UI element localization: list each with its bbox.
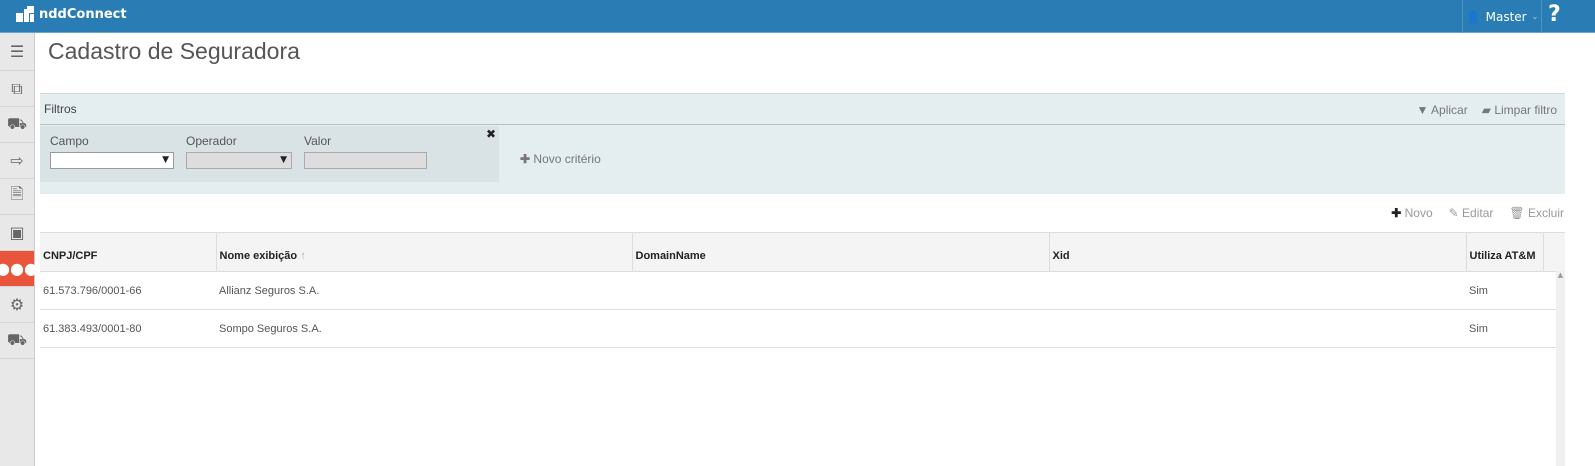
column-header-name[interactable]: Nome exibição ↑ — [215, 232, 633, 272]
table-row[interactable]: 61.573.796/0001-66 Allianz Seguros S.A. … — [40, 271, 1565, 310]
edit-button[interactable]: ✎ Editar — [1449, 206, 1494, 220]
column-header-cnpj[interactable]: CNPJ/CPF — [40, 232, 217, 272]
column-header-xid[interactable]: Xid — [1048, 232, 1467, 272]
truck-icon: ⛟ — [6, 114, 28, 133]
insurers-table: CNPJ/CPF Nome exibição ↑ DomainName Xid … — [40, 232, 1565, 348]
user-menu[interactable]: 👤 Master ⌄ — [1462, 0, 1542, 33]
filter-icon: ▼ — [1416, 103, 1429, 117]
value-label: Valor — [304, 134, 332, 148]
apply-label: Aplicar — [1431, 103, 1468, 117]
sidebar-item-transport[interactable]: ⛟ — [0, 107, 34, 143]
edit-label: Editar — [1462, 206, 1494, 220]
app-name: nddConnect — [39, 6, 127, 22]
cell-domain — [632, 309, 1049, 348]
trash-icon: 🗑 — [1509, 206, 1525, 220]
top-bar: nddConnect 👤 Master ⌄ ? — [0, 0, 1595, 33]
sort-asc-icon: ↑ — [300, 250, 306, 262]
cell-domain — [632, 271, 1049, 310]
scroll-up-icon[interactable]: ▲ — [1558, 271, 1563, 279]
plus-icon: ✚ — [520, 152, 531, 166]
delete-button[interactable]: 🗑 Excluir — [1509, 206, 1564, 220]
filters-panel: Filtros ▼ Aplicar ▰ Limpar filtro Campo … — [40, 93, 1565, 194]
logo-icon — [16, 6, 34, 22]
name-header-label: Nome exibição — [219, 250, 298, 262]
toolbar: ✚ Novo ✎ Editar 🗑 Excluir — [1391, 206, 1564, 220]
cell-atm: Sim — [1466, 309, 1543, 348]
truck-icon: ⛟ — [6, 330, 28, 349]
filters-title: Filtros — [44, 102, 77, 116]
delete-label: Excluir — [1527, 206, 1564, 220]
new-criterion-button[interactable]: ✚ Novo critério — [520, 152, 601, 166]
page-title: Cadastro de Seguradora — [48, 38, 300, 64]
cell-name: Sompo Seguros S.A. — [216, 309, 632, 348]
plus-icon: ✚ — [1391, 206, 1402, 220]
sidebar-item-settings[interactable]: ⚙ — [0, 287, 34, 323]
operator-label: Operador — [186, 134, 237, 148]
column-header-atm[interactable]: Utiliza AT&M — [1465, 232, 1544, 272]
field-label: Campo — [50, 134, 89, 148]
apply-filter-button[interactable]: ▼ Aplicar — [1416, 103, 1467, 117]
cell-cnpj: 61.573.796/0001-66 — [40, 271, 216, 310]
filter-criterion: Campo ▼ Operador ▼ Valor ✖ — [40, 126, 499, 182]
sidebar-item-export[interactable]: ⇨ — [0, 143, 34, 179]
new-button[interactable]: ✚ Novo — [1391, 206, 1432, 220]
cell-cnpj: 61.383.493/0001-80 — [40, 309, 216, 348]
user-icon: 👤 — [1465, 9, 1481, 24]
sidebar-item-documents[interactable]: ⧉ — [0, 71, 34, 107]
help-button[interactable]: ? — [1548, 2, 1561, 27]
remove-criterion-icon[interactable]: ✖ — [486, 127, 496, 141]
cell-xid — [1049, 271, 1466, 310]
app-logo[interactable]: nddConnect — [16, 6, 127, 22]
new-criterion-label: Novo critério — [533, 152, 601, 166]
cell-name: Allianz Seguros S.A. — [216, 271, 632, 310]
cell-xid — [1049, 309, 1466, 348]
edit-icon: ✎ — [1448, 206, 1459, 220]
gears-icon: ⚙ — [9, 295, 25, 314]
operator-select[interactable]: ▼ — [186, 152, 292, 169]
table-row[interactable]: 61.383.493/0001-80 Sompo Seguros S.A. Si… — [40, 309, 1565, 348]
column-header-spacer — [1542, 232, 1565, 272]
new-label: Novo — [1404, 206, 1433, 220]
clear-filter-button[interactable]: ▰ Limpar filtro — [1482, 103, 1557, 117]
sidebar-item-users[interactable]: ●●● — [0, 251, 38, 287]
table-scrollbar[interactable]: ▲ — [1556, 271, 1565, 466]
user-name: Master — [1485, 9, 1527, 24]
menu-toggle[interactable]: ☰ — [0, 33, 34, 71]
sidebar-item-transport-2[interactable]: ⛟ — [0, 323, 34, 359]
clear-label: Limpar filtro — [1494, 103, 1557, 117]
sidebar-item-money[interactable]: ▣ — [0, 215, 34, 251]
field-select[interactable]: ▼ — [50, 152, 174, 169]
cell-atm: Sim — [1466, 271, 1543, 310]
sidebar-item-file[interactable]: 🗎 — [0, 179, 34, 215]
money-icon: ▣ — [9, 223, 25, 242]
export-icon: ⇨ — [10, 151, 24, 170]
documents-icon: ⧉ — [11, 78, 23, 98]
menu-icon: ☰ — [9, 42, 25, 61]
file-icon: 🗎 — [10, 184, 24, 203]
chevron-down-icon: ⌄ — [1531, 12, 1539, 21]
users-icon: ●●● — [0, 259, 38, 278]
sidebar: ☰ ⧉ ⛟ ⇨ 🗎 ▣ ●●● ⚙ ⛟ — [0, 33, 38, 466]
eraser-icon: ▰ — [1481, 103, 1491, 117]
column-header-domain[interactable]: DomainName — [631, 232, 1050, 272]
value-input[interactable] — [304, 152, 427, 169]
